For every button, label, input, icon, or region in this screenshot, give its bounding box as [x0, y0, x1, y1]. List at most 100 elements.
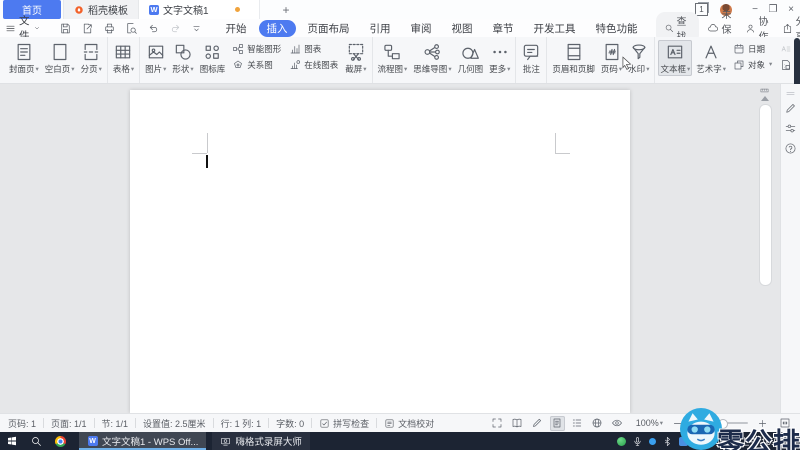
vertical-scrollbar[interactable]	[759, 104, 772, 286]
ink-mode-button[interactable]	[530, 416, 545, 431]
help-icon[interactable]	[784, 142, 797, 155]
menu-start[interactable]: 开始	[218, 20, 255, 37]
header-footer-button[interactable]: 页眉和页脚	[550, 40, 597, 76]
menu-tabs: 开始插入页面布局引用审阅视图章节开发工具特色功能	[218, 20, 646, 37]
taskbar-search-icon[interactable]	[24, 432, 48, 450]
page-break-button[interactable]: 分页	[79, 40, 104, 76]
picture-button[interactable]: 图片	[143, 40, 168, 76]
watermark-text: 零公排	[717, 421, 800, 450]
status-dot-icon[interactable]	[649, 438, 656, 445]
menu-references[interactable]: 引用	[362, 20, 399, 37]
menu-view[interactable]: 视图	[444, 20, 481, 37]
spellcheck-icon	[319, 418, 330, 429]
chart-button[interactable]: 图表	[289, 43, 338, 55]
chrome-icon[interactable]	[55, 436, 66, 447]
menu-page-layout[interactable]: 页面布局	[300, 20, 358, 37]
icon-lib-button[interactable]: 图标库	[198, 40, 228, 76]
settings-sliders-icon[interactable]	[784, 122, 797, 135]
geometry-button[interactable]: 几何图	[456, 40, 486, 76]
new-tab-button[interactable]: +	[276, 3, 296, 17]
status-section[interactable]: 节: 1/1	[102, 417, 129, 430]
tab-docer-templates[interactable]: 稻壳模板	[63, 0, 139, 19]
web-view-button[interactable]	[590, 416, 605, 431]
table-button[interactable]: 表格	[111, 40, 136, 76]
mindmap-button[interactable]: 思维导图	[411, 40, 453, 76]
mic-tray-icon[interactable]	[632, 436, 643, 447]
ruler-toggle-icon[interactable]	[759, 85, 770, 96]
chevron-right-icon[interactable]	[781, 62, 789, 70]
status-page-count[interactable]: 页面: 1/1	[51, 417, 87, 430]
more-dots-button[interactable]: 更多	[487, 40, 512, 76]
menu-section[interactable]: 章节	[485, 20, 522, 37]
object-icon	[733, 59, 745, 71]
undo-button[interactable]	[147, 22, 160, 35]
tab-docer-label: 稻壳模板	[88, 2, 128, 17]
wordart-button[interactable]: 艺术字	[694, 40, 728, 76]
textbox-icon	[665, 41, 685, 63]
page-layout-view-button[interactable]	[550, 416, 565, 431]
redo-button[interactable]	[169, 22, 182, 35]
save-button[interactable]	[59, 22, 72, 35]
start-button[interactable]	[0, 432, 24, 450]
status-margin-setting[interactable]: 设置值: 2.5厘米	[143, 417, 206, 430]
edit-pen-icon[interactable]	[784, 102, 797, 115]
menu-review[interactable]: 审阅	[403, 20, 440, 37]
collapsed-pane-scrollbar[interactable]	[794, 38, 800, 90]
flowchart-button[interactable]: 流程图	[376, 40, 410, 76]
smart-graphic-label: 智能图形	[247, 43, 281, 55]
rail-handle-icon[interactable]	[785, 88, 796, 99]
fullscreen-view-button[interactable]	[490, 416, 505, 431]
bluetooth-icon[interactable]	[662, 436, 673, 447]
screenshot-button[interactable]: 截屏	[343, 40, 368, 76]
ribbon-insert-tab: 封面页空白页分页表格图片形状图标库 智能图形关系图 图表在线图表截屏流程图思维导图几…	[0, 37, 800, 84]
print-button[interactable]	[103, 22, 116, 35]
relation-icon	[232, 59, 244, 71]
more-dots-label: 更多	[489, 64, 510, 75]
print-preview-button[interactable]	[125, 22, 138, 35]
online-chart-button[interactable]: 在线图表	[289, 59, 338, 71]
tab-document[interactable]: W 文字文稿1	[139, 0, 260, 19]
cloud-icon	[707, 22, 719, 34]
comment-button[interactable]: 批注	[519, 40, 543, 76]
cover-page-button[interactable]: 封面页	[7, 40, 41, 76]
wordart-icon	[701, 41, 721, 63]
more-dots-icon	[490, 41, 510, 63]
ribbon-group: 表格	[107, 37, 139, 83]
read-mode-button[interactable]	[510, 416, 525, 431]
hamburger-icon	[5, 23, 16, 34]
relation-button[interactable]: 关系图	[232, 59, 281, 71]
status-word-count[interactable]: 字数: 0	[276, 417, 304, 430]
chart-label: 图表	[304, 43, 321, 55]
taskbar-task-2[interactable]: 嗨格式录屏大师	[212, 432, 310, 450]
menu-insert[interactable]: 插入	[259, 20, 296, 37]
smart-graphic-button[interactable]: 智能图形	[232, 43, 281, 55]
customize-qat-button[interactable]	[191, 23, 202, 34]
relation-label: 关系图	[247, 59, 273, 71]
menu-dev-tools[interactable]: 开发工具	[526, 20, 584, 37]
status-row-col[interactable]: 行: 1 列: 1	[221, 417, 262, 430]
export-button[interactable]	[81, 22, 94, 35]
proofread-button[interactable]: 文档校对	[384, 417, 434, 430]
blank-page-label: 空白页	[45, 64, 75, 75]
spellcheck-button[interactable]: 拼写检查	[319, 417, 369, 430]
shapes-button[interactable]: 形状	[170, 40, 195, 76]
security-tray-icon[interactable]	[617, 437, 626, 446]
task-label: 嗨格式录屏大师	[235, 434, 302, 448]
online-chart-icon	[289, 59, 301, 71]
blank-page-icon	[50, 41, 70, 63]
picture-label: 图片	[145, 64, 166, 75]
outline-view-button[interactable]	[570, 416, 585, 431]
scroll-up-arrow[interactable]	[761, 96, 769, 101]
blank-page-button[interactable]: 空白页	[43, 40, 77, 76]
chevron-down-icon	[33, 24, 41, 32]
zoom-level-button[interactable]: 100%	[636, 418, 663, 428]
status-page-number[interactable]: 页码: 1	[8, 417, 36, 430]
menu-special-features[interactable]: 特色功能	[588, 20, 646, 37]
eye-protect-button[interactable]	[610, 416, 625, 431]
textbox-button[interactable]: 文本框	[658, 40, 692, 76]
date-button[interactable]: 日期	[733, 43, 772, 55]
drop-cap-icon	[780, 43, 792, 55]
object-button[interactable]: 对象	[733, 59, 772, 71]
page-number-label: 页码	[601, 64, 622, 75]
taskbar-task-1[interactable]: W文字文稿1 - WPS Off...	[79, 432, 206, 450]
